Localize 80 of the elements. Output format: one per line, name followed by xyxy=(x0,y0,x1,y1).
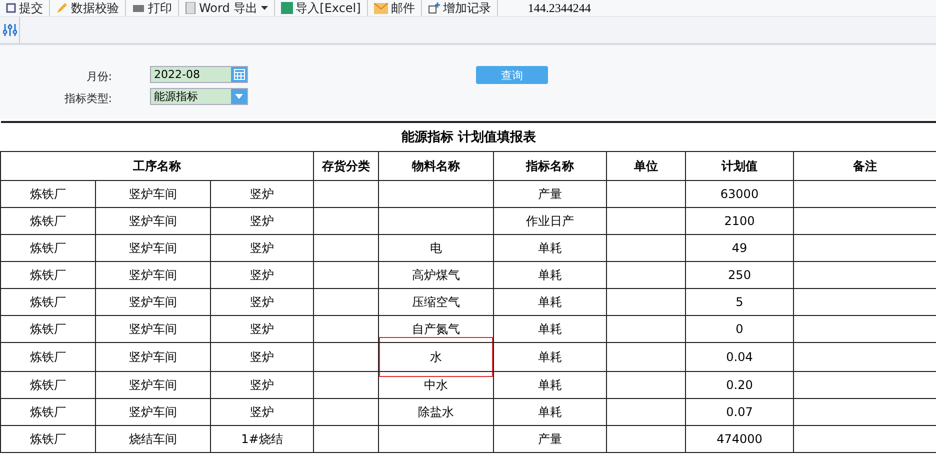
table-cell: 竖炉车间 xyxy=(96,262,210,288)
table-cell: 单耗 xyxy=(494,398,606,426)
table-cell[interactable]: 除盐水 xyxy=(418,404,454,418)
selected-cell[interactable]: 水 xyxy=(379,337,493,377)
table-cell: 炼铁厂 xyxy=(0,262,96,288)
add-record-icon xyxy=(428,2,440,14)
info-text: 144.2344244 xyxy=(528,0,591,16)
field-label: 指标类型: xyxy=(63,90,113,106)
toolbar-button[interactable]: 提交 xyxy=(0,0,50,16)
calendar-icon[interactable] xyxy=(234,69,244,80)
table-cell: 49 xyxy=(686,234,794,262)
table-cell: 竖炉车间 xyxy=(96,316,210,342)
pencil-icon xyxy=(56,2,68,14)
table-cell: 0 xyxy=(686,316,794,342)
column-header: 物料名称 xyxy=(378,152,494,180)
column-header: 计划值 xyxy=(686,152,794,180)
table-cell: 竖炉 xyxy=(210,342,314,372)
table-cell: 单耗 xyxy=(494,372,606,398)
sliders-icon[interactable] xyxy=(2,23,16,37)
column-header: 存货分类 xyxy=(314,152,378,180)
toolbar-button[interactable]: 打印 xyxy=(126,0,179,16)
table-cell: 竖炉车间 xyxy=(96,208,210,234)
table-cell: 炼铁厂 xyxy=(0,180,96,208)
table-cell: 0.07 xyxy=(686,398,794,426)
table-cell: 炼铁厂 xyxy=(0,288,96,316)
column-header: 指标名称 xyxy=(494,152,606,180)
table-cell: 474000 xyxy=(686,426,794,452)
toolbar-button[interactable]: 数据校验 xyxy=(50,0,126,16)
table-cell: 竖炉 xyxy=(210,180,314,208)
table-title: 能源指标 计划值填报表 xyxy=(0,122,936,152)
field-label: 月份: xyxy=(85,68,113,84)
table-cell: 产量 xyxy=(494,180,606,208)
table-cell[interactable]: 中水 xyxy=(424,378,448,392)
table-cell: 250 xyxy=(686,262,794,288)
table-cell: 炼铁厂 xyxy=(0,342,96,372)
table-cell: 竖炉 xyxy=(210,262,314,288)
table-cell: 5 xyxy=(686,288,794,316)
table-cell: 竖炉车间 xyxy=(96,398,210,426)
column-header: 工序名称 xyxy=(0,152,314,180)
toolbar-button[interactable]: Word 导出 xyxy=(179,0,275,16)
table-cell: 烧结车间 xyxy=(96,426,210,452)
column-header: 单位 xyxy=(606,152,686,180)
toolbar-button[interactable]: 邮件 xyxy=(368,0,422,16)
table-cell: 单耗 xyxy=(494,234,606,262)
toolbar-button[interactable]: 增加记录 xyxy=(422,0,498,16)
table-cell: 炼铁厂 xyxy=(0,426,96,452)
toolbar-button[interactable]: 导入[Excel] xyxy=(274,0,368,16)
table-cell: 炼铁厂 xyxy=(0,372,96,398)
table-cell: 竖炉车间 xyxy=(96,288,210,316)
table-cell: 单耗 xyxy=(494,342,606,372)
table-cell: 竖炉车间 xyxy=(96,234,210,262)
table-cell[interactable]: 电 xyxy=(430,240,442,254)
caret-icon xyxy=(235,94,243,99)
table-cell: 单耗 xyxy=(494,316,606,342)
table-cell: 0.20 xyxy=(686,372,794,398)
table-cell: 竖炉 xyxy=(210,288,314,316)
table-cell: 1#烧结 xyxy=(210,426,314,452)
table-cell: 0.04 xyxy=(686,342,794,372)
table-cell: 竖炉车间 xyxy=(96,342,210,372)
table-cell: 单耗 xyxy=(494,262,606,288)
table-cell: 竖炉 xyxy=(210,234,314,262)
table-cell: 竖炉车间 xyxy=(96,372,210,398)
table-cell: 单耗 xyxy=(494,288,606,316)
table-cell: 竖炉车间 xyxy=(96,180,210,208)
table-cell: 竖炉 xyxy=(210,372,314,398)
table-cell: 炼铁厂 xyxy=(0,316,96,342)
type-dropdown[interactable]: 能源指标 xyxy=(150,88,248,105)
table-cell: 产量 xyxy=(494,426,606,452)
table-cell: 炼铁厂 xyxy=(0,234,96,262)
table-cell: 63000 xyxy=(686,180,794,208)
table-cell: 炼铁厂 xyxy=(0,398,96,426)
table-cell: 竖炉 xyxy=(210,316,314,342)
table-cell: 竖炉 xyxy=(210,208,314,234)
table-cell: 2100 xyxy=(686,208,794,234)
table-cell: 作业日产 xyxy=(494,208,606,234)
date-field[interactable]: 2022-08 xyxy=(150,66,248,83)
table-cell: 炼铁厂 xyxy=(0,208,96,234)
envelope-icon xyxy=(374,2,388,14)
table-cell: 竖炉 xyxy=(210,398,314,426)
square-icon xyxy=(6,3,16,13)
